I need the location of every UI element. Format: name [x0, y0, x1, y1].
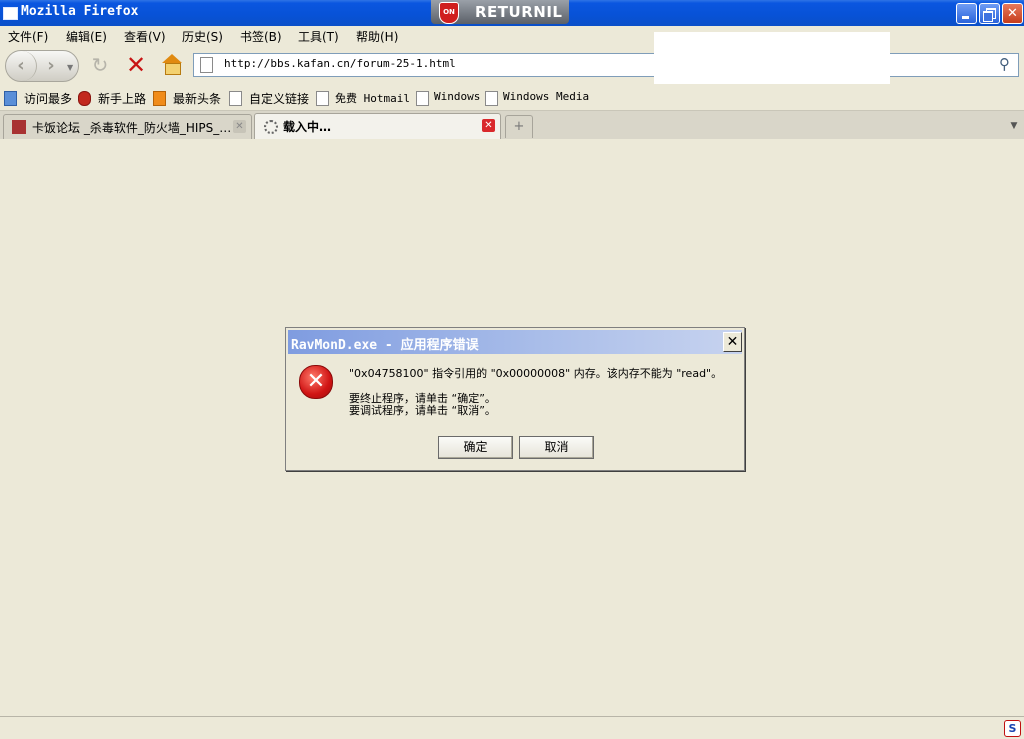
dialog-close-button[interactable]: ✕: [723, 332, 742, 352]
bookmark-most-visited[interactable]: 访问最多: [4, 90, 74, 106]
bookmark-label: 最新头条: [173, 92, 222, 106]
bookmark-free-hotmail[interactable]: 免费 Hotmail: [316, 90, 412, 106]
tab-loading[interactable]: 载入中… ✕: [254, 113, 501, 140]
returnil-banner[interactable]: ON RETURNIL: [431, 0, 569, 24]
new-tab-button[interactable]: +: [505, 115, 533, 138]
window-titlebar[interactable]: Mozilla Firefox ON RETURNIL ✕: [0, 0, 1024, 26]
menu-view[interactable]: 查看(V): [124, 28, 166, 45]
bookmark-label: 自定义链接: [249, 92, 310, 106]
back-forward-group: ‹ › ▼: [5, 50, 79, 82]
bookmark-label: 访问最多: [24, 92, 73, 106]
dialog-message: "0x04758100" 指令引用的 "0x00000008" 内存。该内存不能…: [349, 367, 723, 380]
page-icon: [200, 57, 213, 73]
tab-list-dropdown-icon[interactable]: ▼: [1006, 115, 1022, 137]
menu-tools[interactable]: 工具(T): [298, 28, 339, 45]
maximize-button[interactable]: [979, 3, 1000, 24]
home-icon-body: [165, 63, 181, 75]
menu-edit[interactable]: 编辑(E): [66, 28, 107, 45]
home-button[interactable]: [161, 54, 183, 76]
close-icon: ✕: [1007, 6, 1018, 21]
minimize-icon: [962, 16, 969, 19]
bookmark-getting-started[interactable]: 新手上路: [78, 90, 150, 106]
page-icon: [485, 91, 498, 106]
reload-button[interactable]: ↻: [89, 54, 111, 76]
menu-bookmarks[interactable]: 书签(B): [240, 28, 282, 45]
bookmark-windows[interactable]: Windows: [416, 90, 480, 106]
dialog-titlebar[interactable]: RavMonD.exe - 应用程序错误 ✕: [288, 330, 742, 354]
forward-button[interactable]: ›: [38, 51, 64, 81]
menu-history[interactable]: 历史(S): [182, 28, 223, 45]
firefox-window-icon[interactable]: [3, 7, 18, 20]
home-icon: [162, 54, 182, 63]
kafan-favicon-icon: [12, 120, 26, 134]
menu-file[interactable]: 文件(F): [8, 28, 48, 45]
rss-icon: [153, 91, 166, 106]
status-bar: S: [0, 716, 1024, 739]
stop-button[interactable]: ✕: [124, 53, 148, 77]
tab-label: 卡饭论坛 _杀毒软件_防火墙_HIPS_…: [32, 121, 232, 135]
bookmark-label: 新手上路: [98, 92, 147, 106]
bookmark-latest-headlines[interactable]: 最新头条: [153, 90, 225, 106]
minimize-button[interactable]: [956, 3, 977, 24]
back-button[interactable]: ‹: [6, 51, 37, 81]
returnil-shield-icon: ON: [439, 2, 459, 24]
restore-icon-back: [983, 11, 993, 22]
sandbox-status-icon[interactable]: S: [1004, 720, 1021, 737]
loading-spinner-icon: [264, 120, 278, 134]
page-icon: [229, 91, 242, 106]
window-title: Mozilla Firefox: [21, 4, 139, 19]
error-icon: ✕: [299, 365, 333, 399]
bookmarks-toolbar: 访问最多 新手上路 最新头条 自定义链接 免费 Hotmail Windows …: [0, 86, 1024, 110]
bookmark-label: Windows: [434, 90, 481, 103]
bookmark-folder-icon: [4, 91, 17, 106]
firefox-bookmark-icon: [78, 91, 91, 106]
redacted-area: [654, 32, 890, 84]
search-icon[interactable]: ⚲: [999, 56, 1015, 72]
page-icon: [316, 91, 329, 106]
ok-button[interactable]: 确定: [438, 436, 513, 459]
tab-close-icon[interactable]: ✕: [233, 120, 246, 133]
dialog-cancel-hint: 要调试程序，请单击 “取消”。: [349, 404, 496, 417]
page-icon: [416, 91, 429, 106]
cancel-button[interactable]: 取消: [519, 436, 594, 459]
url-bar[interactable]: http://bbs.kafan.cn/forum-25-1.html ⚲: [193, 53, 1019, 77]
close-window-button[interactable]: ✕: [1002, 3, 1023, 24]
url-text[interactable]: http://bbs.kafan.cn/forum-25-1.html: [224, 57, 456, 70]
returnil-label: RETURNIL: [475, 3, 563, 21]
back-arrow-icon: ‹: [17, 55, 25, 76]
tab-strip: 卡饭论坛 _杀毒软件_防火墙_HIPS_… ✕ 载入中… ✕ + ▼: [0, 110, 1024, 140]
tab-label: 载入中…: [283, 120, 332, 134]
bookmark-label: 免费 Hotmail: [335, 92, 410, 105]
bookmark-windows-media[interactable]: Windows Media: [485, 90, 589, 106]
tab-close-icon[interactable]: ✕: [482, 119, 495, 132]
bookmark-label: Windows Media: [503, 90, 590, 103]
dialog-title: RavMonD.exe - 应用程序错误: [291, 338, 479, 353]
tab-kafan-forum[interactable]: 卡饭论坛 _杀毒软件_防火墙_HIPS_… ✕: [3, 114, 252, 139]
menu-help[interactable]: 帮助(H): [356, 28, 398, 45]
bookmark-custom-links[interactable]: 自定义链接: [229, 90, 313, 106]
history-dropdown-icon[interactable]: ▼: [67, 63, 73, 72]
forward-arrow-icon: ›: [47, 55, 55, 76]
error-dialog: RavMonD.exe - 应用程序错误 ✕ ✕ "0x04758100" 指令…: [285, 327, 745, 471]
